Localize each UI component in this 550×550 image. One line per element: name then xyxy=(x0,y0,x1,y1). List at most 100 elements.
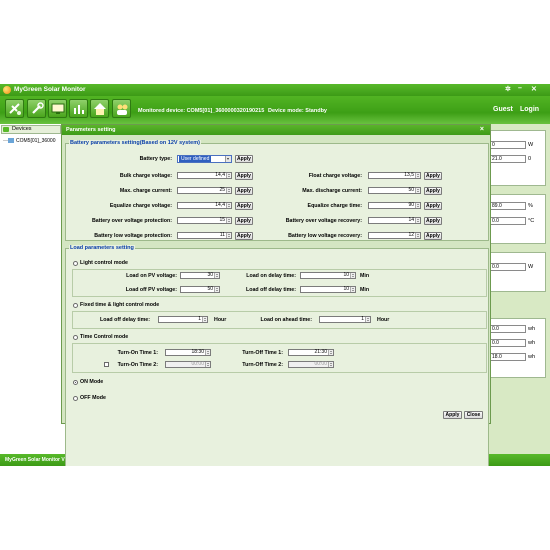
spinner-icon[interactable] xyxy=(415,188,420,193)
login-link[interactable]: Login xyxy=(520,106,539,113)
load-on-pv-voltage-label: Load on PV voltage: xyxy=(126,273,177,279)
turn-off-time-1-field[interactable]: 21:30 xyxy=(288,349,334,356)
dialog-title: Parameters setting xyxy=(66,127,116,133)
monitored-device: Monitored device: COM5[01]_3600000320190… xyxy=(138,108,265,114)
fixed-time-mode-radio[interactable] xyxy=(73,303,78,308)
battery-type-apply-button[interactable]: Apply xyxy=(235,155,253,163)
max-discharge-current-apply-button[interactable]: Apply xyxy=(424,187,442,195)
about-button[interactable] xyxy=(112,99,131,118)
battery-low-voltage-protection-field[interactable]: 11 xyxy=(177,232,232,239)
spinner-icon[interactable] xyxy=(205,362,210,367)
home-button[interactable] xyxy=(90,99,109,118)
unit-label: W xyxy=(528,142,534,148)
time-2-checkbox[interactable] xyxy=(104,362,109,367)
turn-on-time-1-field[interactable]: 18:30 xyxy=(165,349,211,356)
spinner-icon[interactable] xyxy=(350,273,355,278)
load-off-pv-voltage-field[interactable]: 50 xyxy=(180,286,220,293)
unit-label: °C xyxy=(528,218,535,224)
fixed-load-off-delay-field[interactable]: 1 xyxy=(158,316,208,323)
spinner-icon[interactable] xyxy=(415,203,420,208)
device-icon xyxy=(8,138,14,144)
load-apply-button[interactable]: Apply xyxy=(443,411,462,419)
turn-on-time-2-field[interactable]: 00:00 xyxy=(165,361,211,368)
tools-button[interactable] xyxy=(27,99,46,118)
bulk-charge-voltage-field[interactable]: 14,4 xyxy=(177,172,232,179)
time-control-mode-radio[interactable] xyxy=(73,335,78,340)
spinner-icon[interactable] xyxy=(415,218,420,223)
spinner-icon[interactable] xyxy=(214,287,219,292)
spinner-icon[interactable] xyxy=(202,317,207,322)
settings-icon[interactable]: ✲ xyxy=(505,85,511,93)
turn-off-time-2-field[interactable]: 00:00 xyxy=(288,361,334,368)
float-charge-voltage-field[interactable]: 13,5 xyxy=(368,172,421,179)
value-field: 0.0 xyxy=(490,325,526,333)
field-value: 14,4 xyxy=(215,202,225,208)
unit-label: wh xyxy=(528,354,536,360)
on-mode-radio[interactable] xyxy=(73,380,78,385)
battery-over-voltage-recovery-apply-button[interactable]: Apply xyxy=(424,217,442,225)
spinner-icon[interactable] xyxy=(226,233,231,238)
time-control-mode-label: Time Control mode xyxy=(80,334,129,340)
close-icon[interactable]: ✕ xyxy=(531,85,537,93)
max-charge-current-apply-button[interactable]: Apply xyxy=(235,187,253,195)
device-mode: Device mode: Standby xyxy=(268,108,327,114)
spinner-icon[interactable] xyxy=(415,173,420,178)
spinner-icon[interactable] xyxy=(328,362,333,367)
off-mode-radio[interactable] xyxy=(73,396,78,401)
load-group: Load parameters setting Light control mo… xyxy=(65,245,489,466)
field-value: 18:30 xyxy=(191,349,204,355)
max-discharge-current-field[interactable]: 50 xyxy=(368,187,421,194)
battery-type-label: Battery type: xyxy=(139,156,172,162)
float-charge-voltage-apply-button[interactable]: Apply xyxy=(424,172,442,180)
field-value: 50 xyxy=(408,187,414,193)
battery-type-select[interactable]: User defined xyxy=(177,155,232,163)
max-charge-current-field[interactable]: 25 xyxy=(177,187,232,194)
field-value: 1 xyxy=(361,316,364,322)
load-close-button[interactable]: Close xyxy=(464,411,483,419)
spinner-icon[interactable] xyxy=(226,218,231,223)
monitor-button[interactable] xyxy=(48,99,67,118)
dialog-close-icon[interactable]: × xyxy=(480,126,484,133)
battery-type-value: User defined xyxy=(179,156,212,162)
equalize-charge-time-field[interactable]: 90 xyxy=(368,202,421,209)
battery-low-voltage-recovery-apply-button[interactable]: Apply xyxy=(424,232,442,240)
device-item-label: COM5[01]_36000 xyxy=(16,138,56,144)
spinner-icon[interactable] xyxy=(365,317,370,322)
battery-over-voltage-protection-field[interactable]: 15 xyxy=(177,217,232,224)
field-value: 50 xyxy=(207,286,213,292)
spinner-icon[interactable] xyxy=(226,203,231,208)
spinner-icon[interactable] xyxy=(415,233,420,238)
spinner-icon[interactable] xyxy=(328,350,333,355)
people-icon xyxy=(117,104,128,115)
battery-low-voltage-protection-apply-button[interactable]: Apply xyxy=(235,232,253,240)
load-card xyxy=(490,252,546,292)
bulk-charge-voltage-apply-button[interactable]: Apply xyxy=(235,172,253,180)
battery-over-voltage-recovery-field[interactable]: 14 xyxy=(368,217,421,224)
battery-low-voltage-recovery-field[interactable]: 12 xyxy=(368,232,421,239)
chart-button[interactable] xyxy=(69,99,88,118)
spinner-icon[interactable] xyxy=(350,287,355,292)
parameters-dialog: Parameters setting × Battery parameters … xyxy=(61,124,491,466)
title-bar: MyGreen Solar Monitor ✲ – ✕ xyxy=(0,84,550,96)
device-item[interactable]: — COM5[01]_36000 xyxy=(3,138,55,144)
spinner-icon[interactable] xyxy=(226,188,231,193)
spinner-icon[interactable] xyxy=(226,173,231,178)
battery-over-voltage-protection-apply-button[interactable]: Apply xyxy=(235,217,253,225)
load-on-pv-voltage-field[interactable]: 30 xyxy=(180,272,220,279)
equalize-charge-time-label: Equalize charge time: xyxy=(307,203,362,209)
unit-label: W xyxy=(528,264,534,270)
minimize-icon[interactable]: – xyxy=(518,85,522,92)
fixed-load-on-ahead-field[interactable]: 1 xyxy=(319,316,371,323)
load-off-delay-time-field[interactable]: 10 xyxy=(300,286,356,293)
load-on-delay-time-field[interactable]: 10 xyxy=(300,272,356,279)
equalize-charge-voltage-field[interactable]: 14,4 xyxy=(177,202,232,209)
equalize-charge-voltage-label: Equalize charge voltage: xyxy=(109,203,172,209)
spinner-icon[interactable] xyxy=(205,350,210,355)
chevron-down-icon[interactable] xyxy=(225,156,231,162)
equalize-charge-voltage-apply-button[interactable]: Apply xyxy=(235,202,253,210)
connect-button[interactable] xyxy=(5,99,24,118)
light-control-mode-radio[interactable] xyxy=(73,261,78,266)
spinner-icon[interactable] xyxy=(214,273,219,278)
equalize-charge-time-apply-button[interactable]: Apply xyxy=(424,202,442,210)
value-field: 89.0 xyxy=(490,202,526,210)
